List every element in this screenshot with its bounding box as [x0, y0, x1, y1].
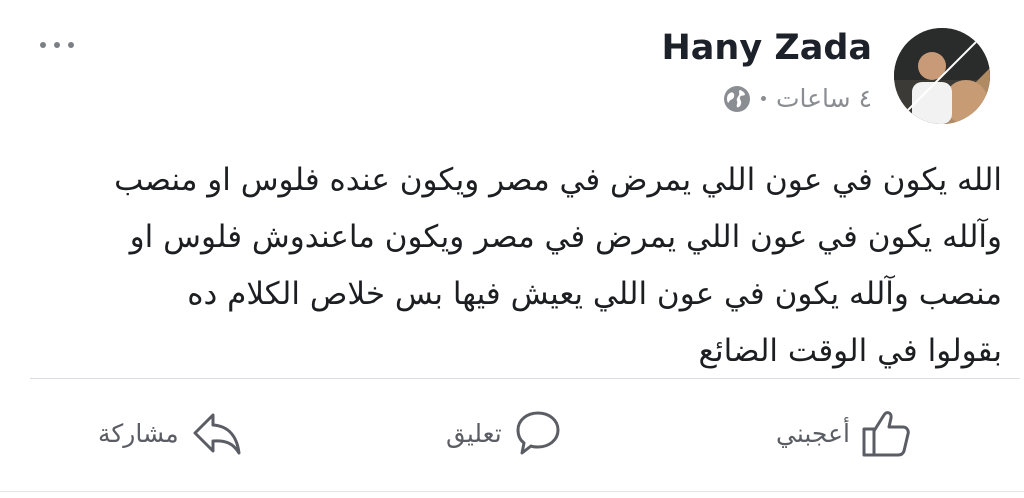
thumbs-up-icon [862, 411, 910, 457]
more-options-button[interactable] [40, 42, 74, 48]
share-icon [193, 413, 241, 455]
comment-button[interactable]: تعليق [446, 408, 564, 458]
post-time[interactable]: ٤ ساعات [776, 84, 872, 113]
more-dot [40, 42, 46, 48]
separator-dot [760, 96, 766, 101]
share-button[interactable]: مشاركة [98, 408, 245, 458]
bottom-divider [0, 491, 1024, 492]
avatar[interactable] [894, 28, 990, 124]
globe-icon [723, 85, 750, 112]
share-label: مشاركة [98, 418, 179, 448]
post-text: الله يكون في عون اللي يمرض في مصر ويكون … [30, 152, 1002, 380]
author-name[interactable]: Hany Zada [662, 28, 873, 68]
more-dot [68, 42, 74, 48]
post-text-line: منصب وآلله يكون في عون اللي يعيش فيها بس… [187, 276, 1002, 312]
post-text-line: بقولوا في الوقت الضائع [698, 333, 1002, 369]
post-text-line: الله يكون في عون اللي يمرض في مصر ويكون … [114, 162, 1002, 198]
like-button[interactable]: أعجبني [776, 408, 912, 458]
comment-icon [516, 411, 560, 455]
comment-label: تعليق [446, 418, 502, 448]
like-label: أعجبني [776, 418, 850, 448]
divider [30, 378, 1020, 379]
more-dot [54, 42, 60, 48]
post-meta: ٤ ساعات [723, 84, 872, 113]
post-text-line: وآلله يكون في عون اللي يمرض في مصر ويكون… [129, 219, 1002, 255]
avatar-photo [894, 28, 990, 124]
